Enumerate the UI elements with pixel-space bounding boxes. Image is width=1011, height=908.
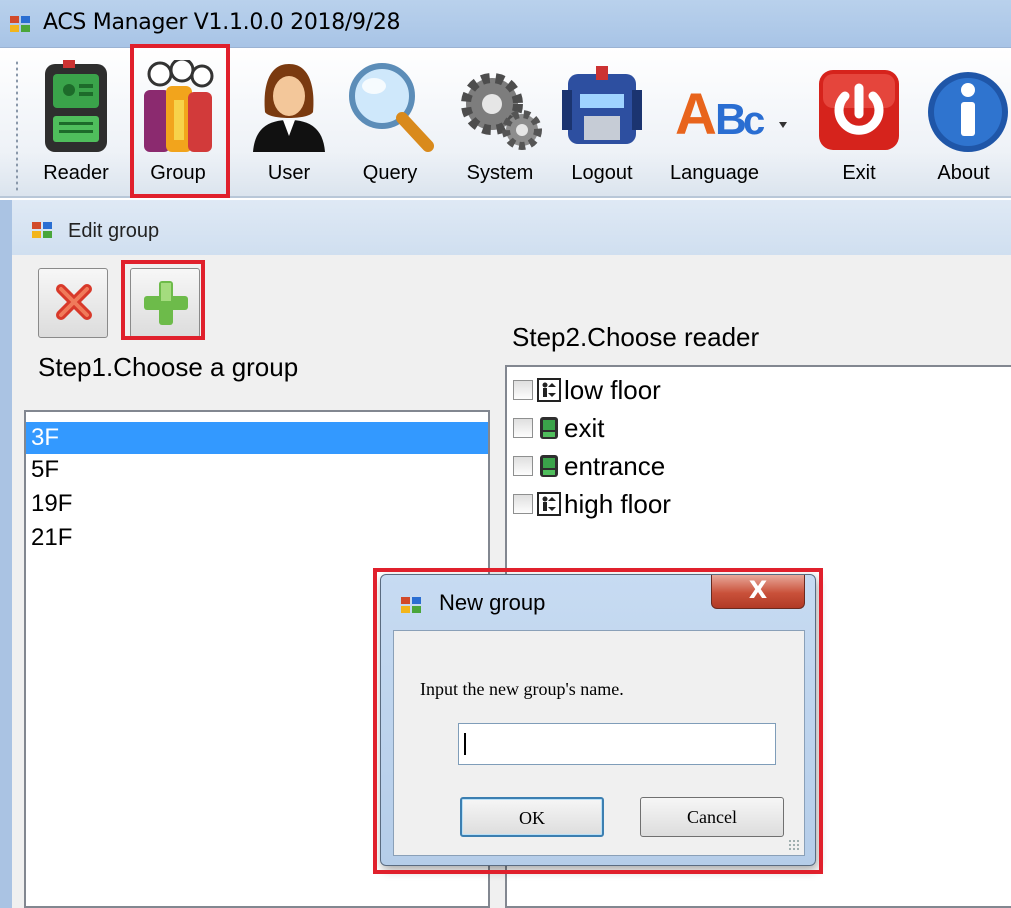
edit-group-title: Edit group	[68, 220, 160, 242]
reader-label: low floor	[564, 374, 661, 405]
toolbar-reader-button[interactable]: Reader	[28, 56, 124, 196]
reader-checkbox[interactable]	[513, 418, 533, 438]
resize-grip[interactable]	[788, 839, 800, 851]
reader-icon	[45, 60, 107, 152]
toolbar-logout-button[interactable]: Logout	[556, 56, 648, 196]
toolbar-system-button[interactable]: System	[452, 56, 548, 196]
reader-item-entrance[interactable]: entrance	[507, 447, 1011, 485]
toolbar-about-button[interactable]: About	[916, 56, 1011, 196]
svg-text:B: B	[715, 95, 747, 144]
elevator-icon	[537, 378, 561, 402]
toolbar-user-label: User	[267, 162, 311, 184]
dialog-title: New group	[439, 590, 546, 615]
toolbar-about-label: About	[937, 162, 990, 184]
elevator-icon	[537, 492, 561, 516]
toolbar-system-label: System	[466, 162, 534, 184]
dialog-icon	[401, 597, 421, 613]
dialog-close-button[interactable]: X	[711, 575, 805, 609]
group-item[interactable]: 19F	[26, 486, 488, 522]
abc-icon: A B c	[675, 82, 787, 147]
svg-text:c: c	[743, 99, 765, 143]
toolbar-group-label: Group	[150, 162, 206, 184]
svg-text:A: A	[675, 82, 717, 147]
reader-label: entrance	[564, 450, 666, 481]
reader-checkbox[interactable]	[513, 494, 533, 514]
reader-item-exit[interactable]: exit	[507, 409, 1011, 447]
info-icon	[927, 72, 1008, 152]
main-toolbar: Reader Group User Query System Logout A …	[0, 44, 1011, 198]
window-icon	[32, 222, 52, 238]
toolbar-logout-label: Logout	[571, 162, 633, 184]
group-item[interactable]: 21F	[26, 522, 488, 554]
ok-button[interactable]: OK	[460, 797, 604, 837]
toolbar-reader-label: Reader	[43, 162, 109, 184]
delete-icon	[56, 284, 92, 320]
reader-item-low-floor[interactable]: low floor	[507, 371, 1011, 409]
toolbar-exit-label: Exit	[842, 162, 876, 184]
reader-label: high floor	[564, 488, 671, 519]
window-title: ACS Manager V1.1.0.0 2018/9/28	[43, 10, 401, 35]
magnifier-icon	[349, 63, 434, 152]
toolbar-grip[interactable]	[15, 60, 19, 192]
reader-checkbox[interactable]	[513, 456, 533, 476]
reader-label: exit	[564, 412, 605, 443]
text-caret	[464, 733, 466, 755]
add-group-button[interactable]	[130, 268, 200, 338]
toolbar-user-button[interactable]: User	[246, 56, 332, 196]
group-item[interactable]: 3F	[26, 422, 488, 454]
plus-icon	[144, 281, 188, 325]
group-name-input[interactable]	[458, 723, 776, 765]
edit-group-titlebar: Edit group	[0, 200, 1011, 255]
robot-icon	[562, 66, 642, 144]
reader-item-high-floor[interactable]: high floor	[507, 485, 1011, 523]
toolbar-language-button[interactable]: A B c Language	[662, 56, 790, 196]
group-icon	[144, 60, 214, 152]
gears-icon	[461, 73, 542, 150]
dialog-client-area: Input the new group's name. OK Cancel	[393, 630, 805, 856]
step1-label: Step1.Choose a group	[38, 352, 299, 382]
toolbar-query-label: Query	[362, 162, 418, 184]
app-icon	[10, 16, 30, 32]
delete-group-button[interactable]	[38, 268, 108, 338]
toolbar-query-button[interactable]: Query	[344, 56, 436, 196]
card-reader-icon	[540, 455, 558, 477]
card-reader-icon	[540, 417, 558, 439]
dialog-prompt: Input the new group's name.	[420, 679, 624, 699]
new-group-dialog: New group X Input the new group's name. …	[380, 574, 816, 866]
group-item[interactable]: 5F	[26, 454, 488, 486]
window-titlebar: ACS Manager V1.1.0.0 2018/9/28	[0, 0, 1011, 48]
step2-label: Step2.Choose reader	[512, 322, 760, 352]
cancel-button[interactable]: Cancel	[640, 797, 784, 837]
toolbar-language-label: Language	[670, 162, 759, 184]
toolbar-exit-button[interactable]: Exit	[808, 56, 910, 196]
toolbar-group-button[interactable]: Group	[132, 56, 224, 196]
user-icon	[253, 64, 325, 152]
reader-checkbox[interactable]	[513, 380, 533, 400]
power-icon	[819, 70, 899, 150]
